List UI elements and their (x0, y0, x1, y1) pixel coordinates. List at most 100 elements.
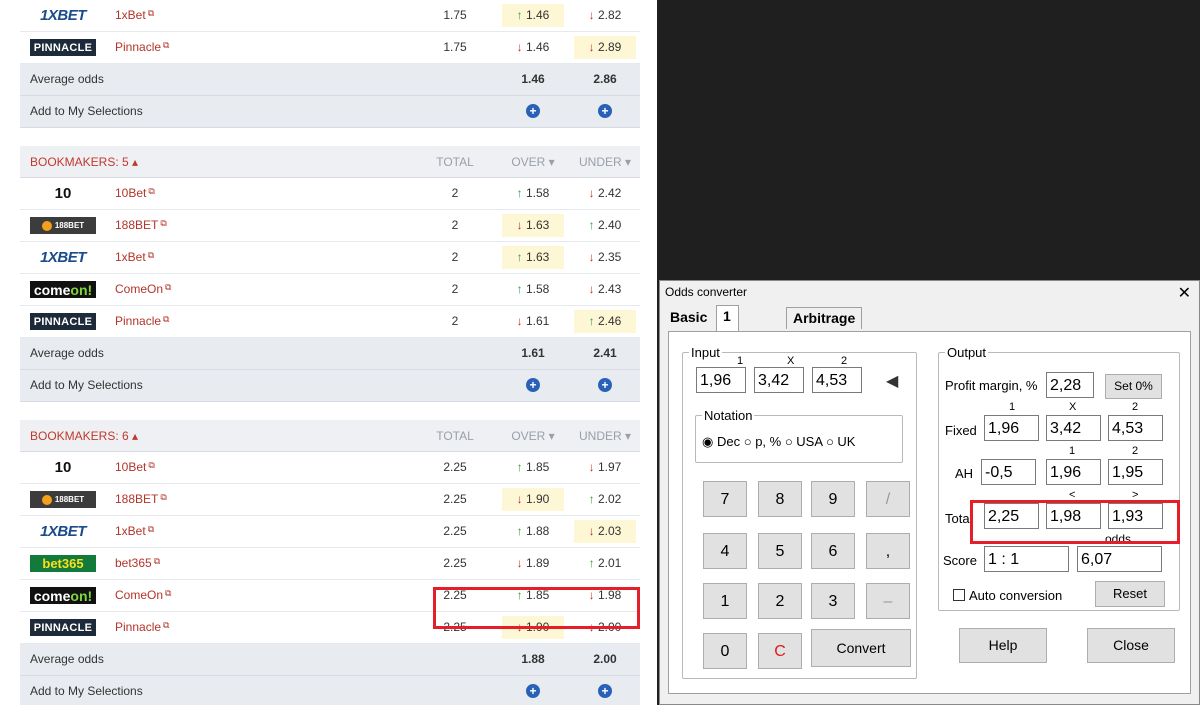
col-over[interactable]: OVER ▾ (502, 155, 564, 169)
input-arrow-icon[interactable]: ◀ (886, 371, 898, 391)
over-odds[interactable]: ↑ 1.63 (502, 246, 564, 269)
bookmaker-link[interactable]: ComeOn ⧉ (115, 282, 171, 296)
keypad-key[interactable]: 3 (811, 583, 855, 619)
keypad-key[interactable]: C (758, 633, 802, 669)
under-odds[interactable]: ↑ 2.40 (574, 214, 636, 237)
score-field[interactable]: 1 : 1 (984, 546, 1069, 572)
input-odds-1[interactable]: 1,96 (696, 367, 746, 393)
keypad-key[interactable]: 6 (811, 533, 855, 569)
over-odds[interactable]: ↓ 1.46 (502, 36, 564, 59)
external-link-icon[interactable]: ⧉ (165, 282, 171, 292)
keypad-key[interactable]: , (866, 533, 910, 569)
keypad-key[interactable]: 0 (703, 633, 747, 669)
bookmaker-link[interactable]: 10Bet ⧉ (115, 460, 155, 474)
external-link-icon[interactable]: ⧉ (154, 556, 160, 566)
external-link-icon[interactable]: ⧉ (148, 186, 154, 196)
reset-button[interactable]: Reset (1095, 581, 1165, 607)
under-odds[interactable]: ↓ 2.42 (574, 182, 636, 205)
external-link-icon[interactable]: ⧉ (148, 8, 154, 18)
under-odds[interactable]: ↑ 2.02 (574, 488, 636, 511)
external-link-icon[interactable]: ⧉ (163, 314, 169, 324)
under-odds[interactable]: ↓ 2.03 (574, 520, 636, 543)
under-odds[interactable]: ↓ 2.82 (574, 4, 636, 27)
bookmaker-link[interactable]: 1xBet ⧉ (115, 250, 154, 264)
tab-1x2[interactable]: 1 X 2 (716, 305, 740, 366)
tab-arbitrage[interactable]: Arbitrage (786, 307, 863, 329)
under-odds[interactable]: ↓ 2.43 (574, 278, 636, 301)
over-odds[interactable]: ↓ 1.63 (502, 214, 564, 237)
add-over-plus-icon[interactable]: + (526, 104, 540, 118)
keypad-key[interactable]: – (866, 583, 910, 619)
bookmaker-link[interactable]: Pinnacle ⧉ (115, 40, 169, 54)
input-odds-2[interactable]: 4,53 (812, 367, 862, 393)
keypad-key[interactable]: / (866, 481, 910, 517)
close-icon[interactable]: ✕ (1178, 283, 1191, 303)
set-zero-button[interactable]: Set 0% (1105, 374, 1162, 399)
over-odds[interactable]: ↓ 1.61 (502, 310, 564, 333)
fixed-1[interactable]: 1,96 (984, 415, 1039, 441)
add-over-plus-icon[interactable]: + (526, 684, 540, 698)
fixed-x[interactable]: 3,42 (1046, 415, 1101, 441)
radio-usa[interactable]: ○ (785, 434, 796, 449)
keypad-key[interactable]: 7 (703, 481, 747, 517)
over-odds[interactable]: ↑ 1.46 (502, 4, 564, 27)
over-odds[interactable]: ↓ 1.90 (502, 488, 564, 511)
add-over-plus-icon[interactable]: + (526, 378, 540, 392)
bookmakers-count[interactable]: BOOKMAKERS: 6 ▴ (30, 429, 138, 443)
external-link-icon[interactable]: ⧉ (163, 620, 169, 630)
profit-margin-field[interactable]: 2,28 (1046, 372, 1094, 398)
external-link-icon[interactable]: ⧉ (148, 524, 154, 534)
ah-line[interactable]: -0,5 (981, 459, 1036, 485)
bookmaker-link[interactable]: 188BET ⧉ (115, 218, 167, 232)
col-under[interactable]: UNDER ▾ (574, 155, 636, 169)
add-under-plus-icon[interactable]: + (598, 104, 612, 118)
fixed-2[interactable]: 4,53 (1108, 415, 1163, 441)
ah-odds-2[interactable]: 1,95 (1108, 459, 1163, 485)
keypad-key[interactable]: 8 (758, 481, 802, 517)
add-under-plus-icon[interactable]: + (598, 684, 612, 698)
bookmaker-link[interactable]: Pinnacle ⧉ (115, 620, 169, 634)
keypad-key[interactable]: 1 (703, 583, 747, 619)
external-link-icon[interactable]: ⧉ (148, 460, 154, 470)
external-link-icon[interactable]: ⧉ (148, 250, 154, 260)
over-odds[interactable]: ↓ 1.89 (502, 552, 564, 575)
keypad-key[interactable]: 4 (703, 533, 747, 569)
keypad-key[interactable]: 2 (758, 583, 802, 619)
keypad-key[interactable]: 5 (758, 533, 802, 569)
bookmaker-link[interactable]: 10Bet ⧉ (115, 186, 155, 200)
keypad-key[interactable]: 9 (811, 481, 855, 517)
under-odds[interactable]: ↓ 2.89 (574, 36, 636, 59)
bookmaker-link[interactable]: ComeOn ⧉ (115, 588, 171, 602)
col-under[interactable]: UNDER ▾ (574, 429, 636, 443)
radio-dec[interactable]: ◉ (702, 434, 717, 449)
external-link-icon[interactable]: ⧉ (163, 40, 169, 50)
external-link-icon[interactable]: ⧉ (160, 218, 166, 228)
external-link-icon[interactable]: ⧉ (165, 588, 171, 598)
over-odds[interactable]: ↑ 1.58 (502, 182, 564, 205)
auto-conversion-checkbox[interactable] (953, 589, 965, 601)
score-odds-field[interactable]: 6,07 (1077, 546, 1162, 572)
help-button[interactable]: Help (959, 628, 1047, 663)
add-under-plus-icon[interactable]: + (598, 378, 612, 392)
bookmaker-link[interactable]: Pinnacle ⧉ (115, 314, 169, 328)
radio-uk[interactable]: ○ (826, 434, 837, 449)
close-button[interactable]: Close (1087, 628, 1175, 663)
tab-basic[interactable]: Basic (664, 307, 713, 328)
input-odds-x[interactable]: 3,42 (754, 367, 804, 393)
under-odds[interactable]: ↓ 2.35 (574, 246, 636, 269)
convert-button[interactable]: Convert (811, 629, 911, 667)
bookmaker-link[interactable]: 188BET ⧉ (115, 492, 167, 506)
over-odds[interactable]: ↑ 1.88 (502, 520, 564, 543)
over-odds[interactable]: ↑ 1.58 (502, 278, 564, 301)
under-odds[interactable]: ↑ 2.46 (574, 310, 636, 333)
under-odds[interactable]: ↑ 2.01 (574, 552, 636, 575)
bookmaker-link[interactable]: 1xBet ⧉ (115, 8, 154, 22)
external-link-icon[interactable]: ⧉ (160, 492, 166, 502)
col-over[interactable]: OVER ▾ (502, 429, 564, 443)
bookmaker-link[interactable]: bet365 ⧉ (115, 556, 160, 570)
bookmaker-link[interactable]: 1xBet ⧉ (115, 524, 154, 538)
radio-percent[interactable]: ○ (744, 434, 755, 449)
under-odds[interactable]: ↓ 1.97 (574, 456, 636, 479)
ah-odds-1[interactable]: 1,96 (1046, 459, 1101, 485)
bookmakers-count[interactable]: BOOKMAKERS: 5 ▴ (30, 155, 138, 169)
